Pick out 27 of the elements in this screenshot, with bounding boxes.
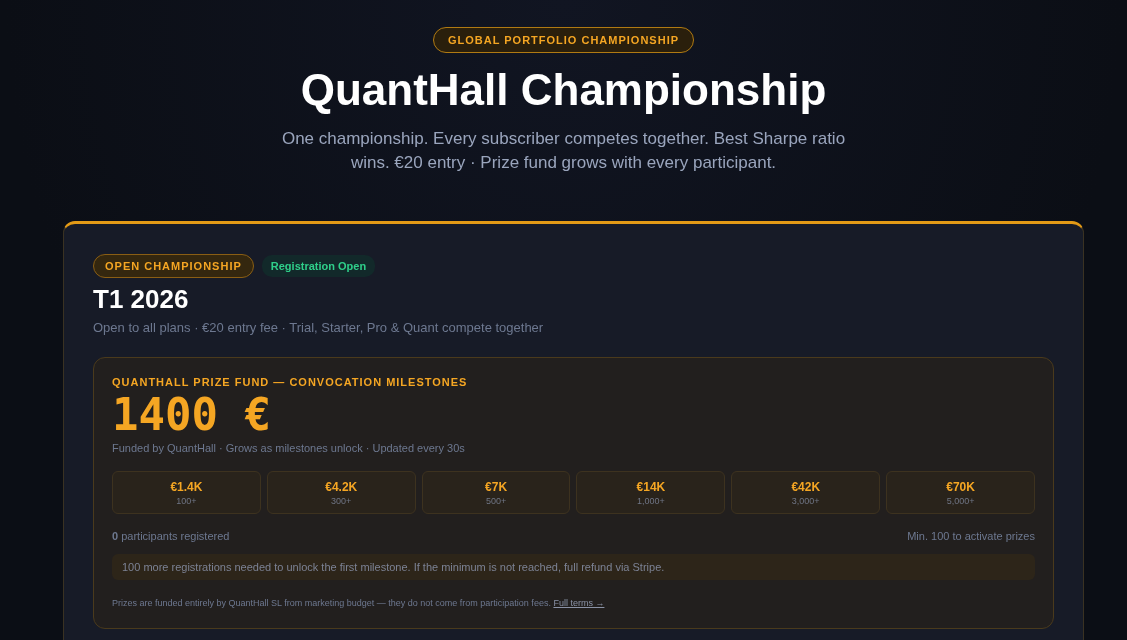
- prize-amount: 1400 €: [112, 390, 272, 440]
- prize-fund-label: QUANTHALL PRIZE FUND — CONVOCATION MILESTONES: [112, 376, 469, 388]
- milestone-threshold: 5,000+: [946, 496, 975, 506]
- milestone-prize: €70K: [946, 480, 975, 494]
- milestone-prize: €4.2K: [325, 480, 358, 494]
- page-subtitle: One championship. Every subscriber competes together. Best Sharpe ratio wins. €20 entry · Prize fund grows with every participant.: [280, 128, 847, 174]
- milestone-threshold: 3,000+: [791, 496, 820, 506]
- disclaimer-text: Prizes are funded entirely by QuantHall SL from marketing budget — they do not come from participation fees.: [112, 598, 551, 608]
- refund-notice: 100 more registrations needed to unlock the first milestone. If the minimum is not reached, full refund via Stripe.: [112, 554, 1035, 580]
- milestone-prize: €7K: [485, 480, 508, 494]
- milestone-prize: €42K: [791, 480, 821, 494]
- participant-count: 0 participants registered: [112, 530, 230, 542]
- championship-title: T1 2026: [93, 284, 190, 315]
- milestone-threshold: 500+: [485, 496, 507, 506]
- category-badge: GLOBAL PORTFOLIO CHAMPIONSHIP: [432, 27, 695, 53]
- minimum-note: Min. 100 to activate prizes: [907, 530, 1035, 542]
- championship-type-badge: OPEN CHAMPIONSHIP: [93, 254, 254, 278]
- milestone-prize: €14K: [636, 480, 666, 494]
- milestone-threshold: 300+: [331, 496, 352, 506]
- milestone-prize: €1.4K: [170, 480, 203, 494]
- prize-fund-note: Funded by QuantHall · Grows as milestones unlock · Updated every 30s: [112, 442, 466, 454]
- championship-description: Open to all plans · €20 entry fee · Trial, Starter, Pro & Quant compete together: [93, 320, 545, 335]
- milestone-threshold: 1,000+: [637, 496, 665, 506]
- page-title: QuantHall Championship: [300, 65, 827, 115]
- milestone-threshold: 100+: [176, 496, 197, 506]
- full-terms-link[interactable]: Full terms →: [553, 598, 605, 608]
- status-badge: Registration Open: [261, 255, 376, 277]
